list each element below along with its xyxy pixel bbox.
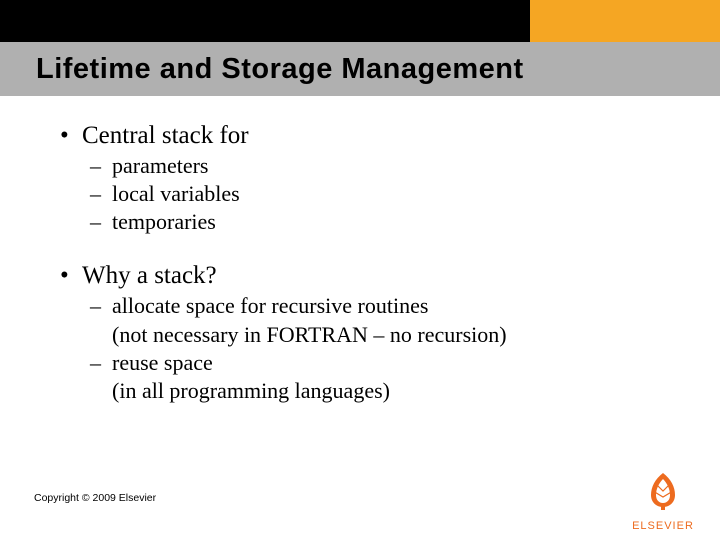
bullet-sub-text: temporaries (112, 209, 216, 234)
bullet-sub-cont: (not necessary in FORTRAN – no recursion… (112, 321, 660, 349)
bullet-sub: reuse space (90, 349, 660, 377)
copyright-text: Copyright © 2009 Elsevier (34, 492, 156, 504)
elsevier-logo-text: ELSEVIER (630, 520, 696, 532)
bullet-main: Central stack for (60, 120, 660, 152)
slide-content: Central stack for parameters local varia… (60, 120, 660, 405)
elsevier-tree-icon (641, 469, 685, 513)
bullet-sub-text: parameters (112, 153, 209, 178)
bullet-sub: parameters (90, 152, 660, 180)
bullet-sub-text: reuse space (112, 350, 213, 375)
bullet-main: Why a stack? (60, 260, 660, 292)
bullet-sub-text: allocate space for recursive routines (112, 293, 428, 318)
title-bar: Lifetime and Storage Management (0, 42, 720, 96)
bullet-sub-text: local variables (112, 181, 240, 206)
top-orange-box (530, 0, 720, 42)
elsevier-logo: ELSEVIER (630, 469, 696, 532)
slide-title: Lifetime and Storage Management (36, 53, 524, 86)
bullet-sub: local variables (90, 180, 660, 208)
bullet-text: Why a stack? (82, 262, 217, 289)
bullet-sub: temporaries (90, 208, 660, 236)
bullet-sub-cont: (in all programming languages) (112, 377, 660, 405)
bullet-text: Central stack for (82, 122, 249, 149)
bullet-sub: allocate space for recursive routines (90, 292, 660, 320)
